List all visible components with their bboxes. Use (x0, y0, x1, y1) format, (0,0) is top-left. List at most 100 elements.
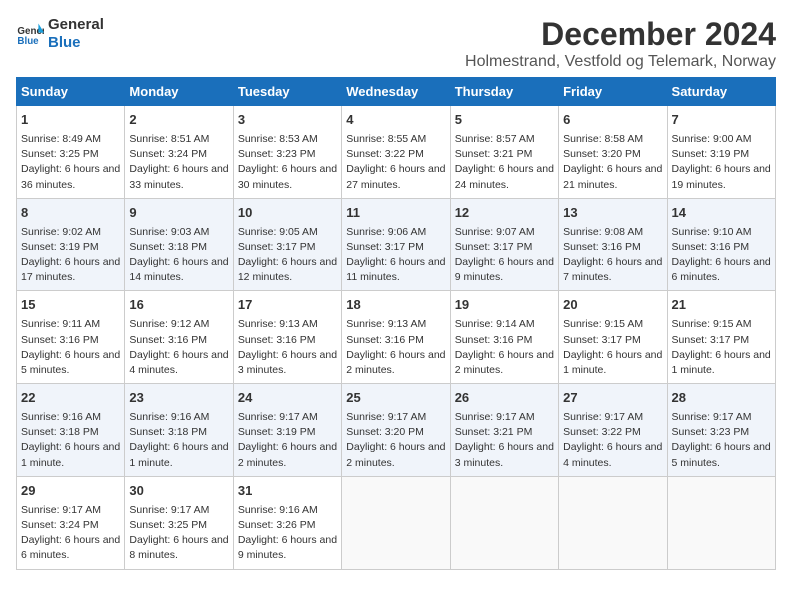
daylight: Daylight: 6 hours and 6 minutes. (672, 256, 771, 283)
calendar-cell: 29 Sunrise: 9:17 AM Sunset: 3:24 PM Dayligh… (17, 476, 125, 569)
calendar-cell: 21Sunrise: 9:15 AMSunset: 3:17 PMDayligh… (667, 291, 775, 384)
calendar-cell: 24Sunrise: 9:17 AMSunset: 3:19 PMDayligh… (233, 384, 341, 477)
calendar-cell (667, 476, 775, 569)
sunrise: Sunrise: 9:15 AM (563, 318, 643, 330)
logo: General Blue General Blue (16, 16, 104, 52)
week-row-4: 22Sunrise: 9:16 AMSunset: 3:18 PMDayligh… (17, 384, 776, 477)
sunset: Sunset: 3:23 PM (672, 426, 750, 438)
sunrise: Sunrise: 8:53 AM (238, 133, 318, 145)
daylight: Daylight: 6 hours and 27 minutes. (346, 163, 445, 190)
sunrise: Sunrise: 9:17 AM (238, 411, 318, 423)
daylight: Daylight: 6 hours and 5 minutes. (21, 349, 120, 376)
daylight: Daylight: 6 hours and 6 minutes. (21, 534, 120, 561)
sunset: Sunset: 3:16 PM (238, 334, 316, 346)
daylight: Daylight: 6 hours and 4 minutes. (129, 349, 228, 376)
sunset: Sunset: 3:23 PM (238, 148, 316, 160)
sunrise: Sunrise: 9:03 AM (129, 226, 209, 238)
daylight: Daylight: 6 hours and 21 minutes. (563, 163, 662, 190)
daylight: Daylight: 6 hours and 17 minutes. (21, 256, 120, 283)
title-area: December 2024 Holmestrand, Vestfold og T… (465, 16, 776, 71)
day-number: 1 (21, 111, 120, 130)
calendar-cell: 23Sunrise: 9:16 AMSunset: 3:18 PMDayligh… (125, 384, 233, 477)
daylight: Daylight: 6 hours and 1 minute. (21, 441, 120, 468)
day-number: 6 (563, 111, 662, 130)
header-sunday: Sunday (17, 78, 125, 106)
daylight: Daylight: 6 hours and 12 minutes. (238, 256, 337, 283)
sunrise: Sunrise: 9:06 AM (346, 226, 426, 238)
logo-icon: General Blue (16, 20, 44, 48)
sunrise: Sunrise: 8:57 AM (455, 133, 535, 145)
sunset: Sunset: 3:22 PM (563, 426, 641, 438)
sunrise: Sunrise: 9:17 AM (21, 504, 101, 516)
day-number: 8 (21, 204, 120, 223)
sunset: Sunset: 3:18 PM (129, 426, 207, 438)
sunrise: Sunrise: 9:16 AM (21, 411, 101, 423)
sunset: Sunset: 3:16 PM (129, 334, 207, 346)
sunrise: Sunrise: 9:16 AM (129, 411, 209, 423)
sunrise: Sunrise: 9:05 AM (238, 226, 318, 238)
day-number: 16 (129, 296, 228, 315)
sunset: Sunset: 3:17 PM (346, 241, 424, 253)
day-number: 17 (238, 296, 337, 315)
calendar-cell: 6Sunrise: 8:58 AMSunset: 3:20 PMDaylight… (559, 106, 667, 199)
calendar-cell: 7Sunrise: 9:00 AMSunset: 3:19 PMDaylight… (667, 106, 775, 199)
sunset: Sunset: 3:16 PM (21, 334, 99, 346)
sunrise: Sunrise: 9:14 AM (455, 318, 535, 330)
calendar-cell (559, 476, 667, 569)
week-row-2: 8 Sunrise: 9:02 AM Sunset: 3:19 PM Daylight… (17, 198, 776, 291)
daylight: Daylight: 6 hours and 11 minutes. (346, 256, 445, 283)
day-number: 15 (21, 296, 120, 315)
sunset: Sunset: 3:16 PM (455, 334, 533, 346)
daylight: Daylight: 6 hours and 14 minutes. (129, 256, 228, 283)
calendar-cell: 27Sunrise: 9:17 AMSunset: 3:22 PMDayligh… (559, 384, 667, 477)
calendar-table: SundayMondayTuesdayWednesdayThursdayFrid… (16, 77, 776, 570)
sunrise: Sunrise: 9:10 AM (672, 226, 752, 238)
sunrise: Sunrise: 9:13 AM (346, 318, 426, 330)
header-saturday: Saturday (667, 78, 775, 106)
daylight: Daylight: 6 hours and 2 minutes. (238, 441, 337, 468)
sunrise: Sunrise: 9:17 AM (563, 411, 643, 423)
sunset: Sunset: 3:17 PM (672, 334, 750, 346)
sunrise: Sunrise: 9:12 AM (129, 318, 209, 330)
sunset: Sunset: 3:24 PM (21, 519, 99, 531)
calendar-cell: 17Sunrise: 9:13 AMSunset: 3:16 PMDayligh… (233, 291, 341, 384)
calendar-cell (450, 476, 558, 569)
daylight: Daylight: 6 hours and 36 minutes. (21, 163, 120, 190)
sunset: Sunset: 3:25 PM (129, 519, 207, 531)
day-number: 3 (238, 111, 337, 130)
day-number: 29 (21, 482, 120, 501)
header: General Blue General Blue December 2024 … (16, 16, 776, 71)
sunrise: Sunrise: 8:49 AM (21, 133, 101, 145)
sunset: Sunset: 3:21 PM (455, 148, 533, 160)
day-number: 25 (346, 389, 445, 408)
sunrise: Sunrise: 9:07 AM (455, 226, 535, 238)
calendar-cell: 1Sunrise: 8:49 AMSunset: 3:25 PMDaylight… (17, 106, 125, 199)
calendar-cell: 2Sunrise: 8:51 AMSunset: 3:24 PMDaylight… (125, 106, 233, 199)
daylight: Daylight: 6 hours and 9 minutes. (455, 256, 554, 283)
calendar-cell: 9Sunrise: 9:03 AMSunset: 3:18 PMDaylight… (125, 198, 233, 291)
logo-blue: Blue (48, 34, 104, 52)
week-row-5: 29 Sunrise: 9:17 AM Sunset: 3:24 PM Dayligh… (17, 476, 776, 569)
header-wednesday: Wednesday (342, 78, 450, 106)
calendar-cell: 26Sunrise: 9:17 AMSunset: 3:21 PMDayligh… (450, 384, 558, 477)
daylight: Daylight: 6 hours and 33 minutes. (129, 163, 228, 190)
daylight: Daylight: 6 hours and 30 minutes. (238, 163, 337, 190)
day-number: 31 (238, 482, 337, 501)
daylight: Daylight: 6 hours and 8 minutes. (129, 534, 228, 561)
calendar-cell: 18Sunrise: 9:13 AMSunset: 3:16 PMDayligh… (342, 291, 450, 384)
day-number: 12 (455, 204, 554, 223)
daylight: Daylight: 6 hours and 19 minutes. (672, 163, 771, 190)
week-row-3: 15Sunrise: 9:11 AMSunset: 3:16 PMDayligh… (17, 291, 776, 384)
sunset: Sunset: 3:17 PM (455, 241, 533, 253)
daylight: Daylight: 6 hours and 2 minutes. (346, 441, 445, 468)
calendar-cell: 13Sunrise: 9:08 AMSunset: 3:16 PMDayligh… (559, 198, 667, 291)
header-monday: Monday (125, 78, 233, 106)
logo-general: General (48, 16, 104, 34)
daylight: Daylight: 6 hours and 2 minutes. (346, 349, 445, 376)
sunset: Sunset: 3:17 PM (238, 241, 316, 253)
day-number: 19 (455, 296, 554, 315)
sunrise: Sunrise: 9:02 AM (21, 226, 101, 238)
sunset: Sunset: 3:18 PM (129, 241, 207, 253)
sunset: Sunset: 3:19 PM (21, 241, 99, 253)
day-number: 27 (563, 389, 662, 408)
